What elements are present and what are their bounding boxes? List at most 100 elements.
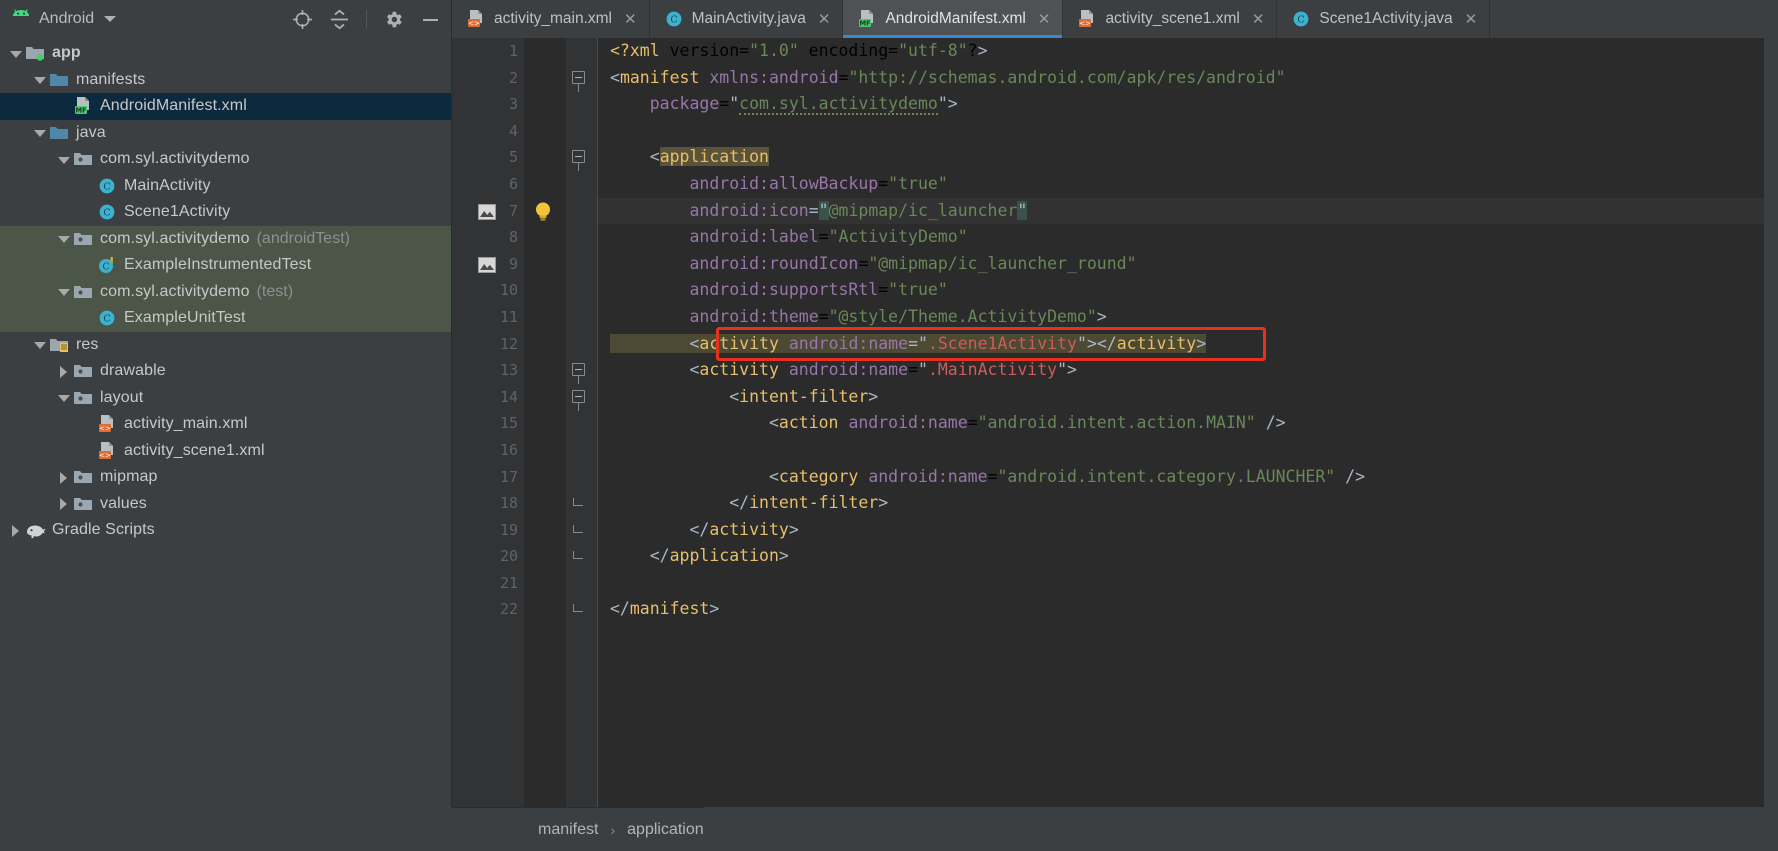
code-line-22[interactable]: </manifest> bbox=[598, 596, 1764, 623]
close-icon[interactable]: ✕ bbox=[1252, 12, 1265, 27]
close-icon[interactable]: ✕ bbox=[818, 12, 831, 27]
gear-icon[interactable] bbox=[383, 9, 404, 30]
fold-collapse-icon[interactable] bbox=[572, 389, 585, 403]
tree-node-label: manifests bbox=[76, 70, 146, 88]
tree-node-gradle-scripts[interactable]: Gradle Scripts bbox=[0, 517, 451, 544]
code-folding-gutter[interactable] bbox=[566, 38, 598, 807]
code-line-3[interactable]: package="com.syl.activitydemo"> bbox=[598, 91, 1764, 118]
breadcrumb-item-application[interactable]: application bbox=[627, 821, 704, 839]
collapse-all-icon[interactable] bbox=[329, 9, 350, 30]
fold-end-icon[interactable] bbox=[573, 604, 583, 613]
tree-node-com-syl-activitydemo[interactable]: com.syl.activitydemo (androidTest) bbox=[0, 225, 451, 252]
code-line-16[interactable] bbox=[598, 437, 1764, 464]
fold-collapse-icon[interactable] bbox=[572, 70, 585, 84]
code-line-6[interactable]: android:allowBackup="true" bbox=[598, 171, 1764, 198]
tree-node-activity-scene1-xml[interactable]: <> activity_scene1.xml bbox=[0, 438, 451, 465]
tree-node-activity-main-xml[interactable]: <> activity_main.xml bbox=[0, 411, 451, 438]
project-tree[interactable]: app manifests MF AndroidManifest.xml java com… bbox=[0, 38, 452, 807]
tree-node-scene1activity[interactable]: C Scene1Activity bbox=[0, 199, 451, 226]
breadcrumb[interactable]: manifest › application bbox=[452, 807, 704, 851]
breadcrumb-item-manifest[interactable]: manifest bbox=[538, 821, 598, 839]
code-line-10[interactable]: android:supportsRtl="true" bbox=[598, 277, 1764, 304]
chevron-down-icon[interactable] bbox=[32, 125, 47, 140]
line-number: 9 bbox=[452, 251, 524, 278]
code-line-13[interactable]: <activity android:name=".MainActivity"> bbox=[598, 357, 1764, 384]
project-view-selector[interactable]: Android bbox=[10, 8, 117, 30]
fold-end-icon[interactable] bbox=[573, 524, 583, 533]
fold-collapse-icon[interactable] bbox=[572, 150, 585, 164]
intention-slot bbox=[524, 331, 566, 358]
tree-node-exampleunittest[interactable]: C ExampleUnitTest bbox=[0, 305, 451, 332]
code-line-18[interactable]: </intent-filter> bbox=[598, 490, 1764, 517]
code-line-12[interactable]: <activity android:name=".Scene1Activity"… bbox=[598, 331, 1764, 358]
line-number-gutter: 1 2 3 4 5 6 7 8 9 10 11 12 13 14 15 16 17 18 19 20 21 22 bbox=[452, 38, 524, 807]
svg-text:C: C bbox=[670, 15, 677, 26]
tree-node-mainactivity[interactable]: C MainActivity bbox=[0, 173, 451, 200]
minimize-icon[interactable] bbox=[420, 9, 441, 30]
editor-tab-mainactivity-java[interactable]: C MainActivity.java ✕ bbox=[650, 0, 844, 38]
editor-tab-androidmanifest-xml[interactable]: MF AndroidManifest.xml ✕ bbox=[843, 0, 1064, 38]
chevron-down-icon[interactable] bbox=[56, 390, 71, 405]
tree-node-values[interactable]: values bbox=[0, 491, 451, 518]
chevron-down-icon[interactable] bbox=[56, 152, 71, 167]
tree-node-layout[interactable]: layout bbox=[0, 385, 451, 412]
code-text-area[interactable]: <?xml version="1.0" encoding="utf-8"?> <m… bbox=[598, 38, 1764, 807]
editor-tab-activity-main-xml[interactable]: <> activity_main.xml ✕ bbox=[452, 0, 650, 38]
tree-node-label: drawable bbox=[100, 362, 166, 380]
chevron-down-icon[interactable] bbox=[8, 46, 23, 61]
close-icon[interactable]: ✕ bbox=[624, 12, 637, 27]
fold-collapse-icon[interactable] bbox=[572, 363, 585, 377]
intention-bulb-icon[interactable] bbox=[533, 201, 553, 227]
fold-slot bbox=[566, 118, 597, 145]
tree-node-mipmap[interactable]: mipmap bbox=[0, 464, 451, 491]
chevron-down-icon[interactable] bbox=[56, 284, 71, 299]
svg-text:MF: MF bbox=[75, 107, 86, 115]
close-icon[interactable]: ✕ bbox=[1465, 12, 1478, 27]
editor-tab-scene1activity-java[interactable]: C Scene1Activity.java ✕ bbox=[1277, 0, 1491, 38]
code-line-11[interactable]: android:theme="@style/Theme.ActivityDemo… bbox=[598, 304, 1764, 331]
code-line-15[interactable]: <action android:name="android.intent.act… bbox=[598, 410, 1764, 437]
chevron-down-icon[interactable] bbox=[104, 16, 117, 22]
chevron-right-icon[interactable] bbox=[56, 364, 71, 379]
code-line-7[interactable]: android:icon="@mipmap/ic_launcher" bbox=[598, 197, 1764, 225]
toolbar-divider bbox=[366, 10, 367, 28]
tree-node-app[interactable]: app bbox=[0, 40, 451, 67]
code-line-9[interactable]: android:roundIcon="@mipmap/ic_launcher_r… bbox=[598, 251, 1764, 278]
tree-node-manifests[interactable]: manifests bbox=[0, 67, 451, 94]
intention-gutter[interactable] bbox=[524, 38, 566, 807]
fold-end-icon[interactable] bbox=[573, 498, 583, 507]
chevron-down-icon[interactable] bbox=[32, 72, 47, 87]
code-line-21[interactable] bbox=[598, 570, 1764, 597]
code-line-17[interactable]: <category android:name="android.intent.c… bbox=[598, 464, 1764, 491]
chevron-down-icon[interactable] bbox=[32, 337, 47, 352]
code-line-5[interactable]: <application bbox=[598, 144, 1764, 171]
chevron-right-icon[interactable] bbox=[8, 523, 23, 538]
tree-node-com-syl-activitydemo[interactable]: com.syl.activitydemo (test) bbox=[0, 278, 451, 305]
tree-node-java[interactable]: java bbox=[0, 120, 451, 147]
tree-node-label: app bbox=[52, 44, 81, 62]
code-line-20[interactable]: </application> bbox=[598, 543, 1764, 570]
code-line-19[interactable]: </activity> bbox=[598, 517, 1764, 544]
chevron-right-icon[interactable] bbox=[56, 496, 71, 511]
editor-scrollbar[interactable] bbox=[1764, 38, 1778, 807]
tree-node-exampleinstrumentedtest[interactable]: C ExampleInstrumentedTest bbox=[0, 252, 451, 279]
tree-node-label: activity_main.xml bbox=[124, 415, 248, 433]
tree-node-androidmanifest-xml[interactable]: MF AndroidManifest.xml bbox=[0, 93, 451, 120]
code-line-14[interactable]: <intent-filter> bbox=[598, 384, 1764, 411]
close-icon[interactable]: ✕ bbox=[1038, 12, 1051, 27]
fold-end-icon[interactable] bbox=[573, 551, 583, 560]
locate-target-icon[interactable] bbox=[292, 9, 313, 30]
tree-node-label: ExampleInstrumentedTest bbox=[124, 256, 312, 274]
code-line-4[interactable] bbox=[598, 118, 1764, 145]
code-line-1[interactable]: <?xml version="1.0" encoding="utf-8"?> bbox=[598, 38, 1764, 65]
chevron-right-icon[interactable] bbox=[56, 470, 71, 485]
tree-node-drawable[interactable]: drawable bbox=[0, 358, 451, 385]
tree-node-com-syl-activitydemo[interactable]: com.syl.activitydemo bbox=[0, 146, 451, 173]
editor-tab-activity-scene1-xml[interactable]: <> activity_scene1.xml ✕ bbox=[1063, 0, 1278, 38]
chevron-down-icon[interactable] bbox=[56, 231, 71, 246]
tree-node-label: ExampleUnitTest bbox=[124, 309, 246, 327]
tree-node-res[interactable]: res bbox=[0, 332, 451, 359]
code-line-8[interactable]: android:label="ActivityDemo" bbox=[598, 224, 1764, 251]
code-line-2[interactable]: <manifest xmlns:android="http://schemas.… bbox=[598, 65, 1764, 92]
